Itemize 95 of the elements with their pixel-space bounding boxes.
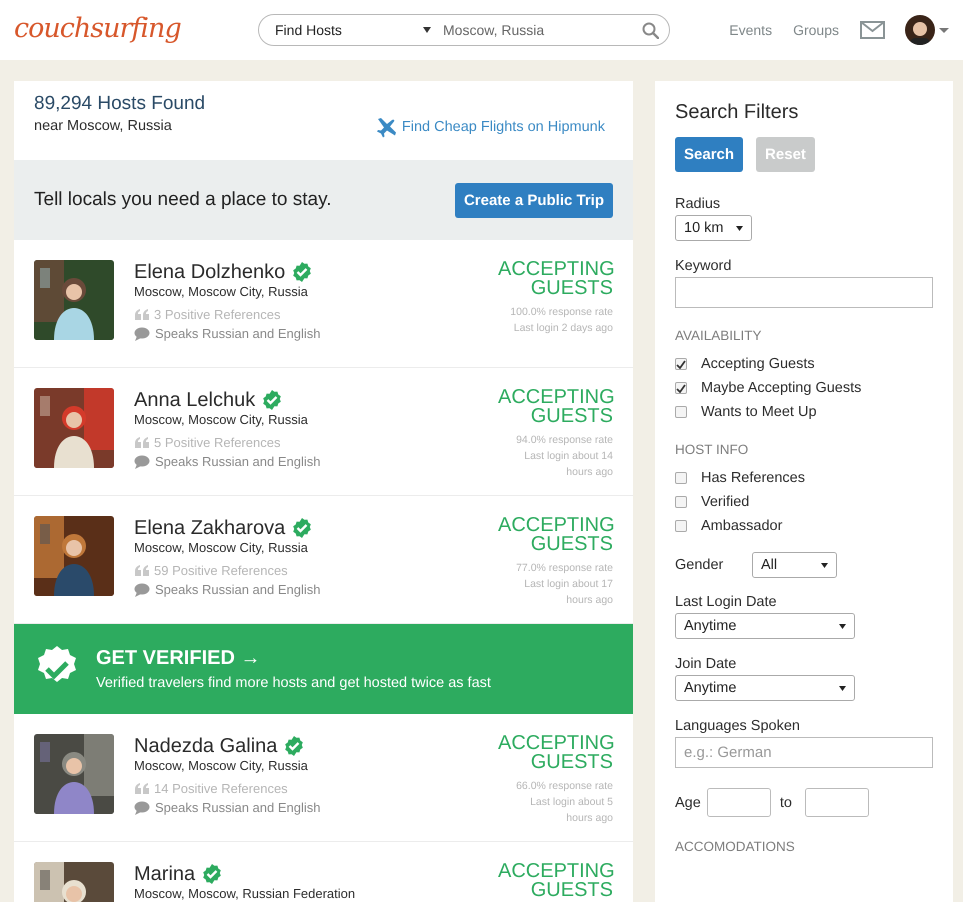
response-rate: 100.0% response rate: [509, 305, 613, 320]
host-status: ACCEPTING GUESTS: [498, 862, 613, 900]
search-icon: [642, 22, 659, 38]
quote-icon: [134, 782, 149, 795]
create-trip-button[interactable]: Create a Public Trip: [454, 182, 613, 218]
host-name[interactable]: Elena Zakharova: [134, 517, 286, 539]
age-max-field[interactable]: [804, 788, 869, 817]
field-label: Keyword: [675, 258, 732, 274]
host-name[interactable]: Elena Dolzhenko: [134, 261, 286, 283]
host-location: Moscow, Moscow City, Russia: [134, 284, 309, 300]
results-count: 89,294 Hosts Found: [34, 93, 206, 115]
checkbox-label: Verified: [701, 494, 750, 510]
caret-icon: [821, 562, 828, 568]
caret-icon: [736, 226, 743, 230]
section-heading: AVAILABILITY: [675, 328, 763, 343]
checkmark-icon: [676, 360, 686, 368]
caret-icon: [839, 686, 846, 690]
host-status: ACCEPTING GUESTS: [498, 388, 613, 426]
checkbox-label: Ambassador: [701, 518, 782, 534]
mail-icon: [860, 21, 885, 39]
last-login: Last login about 5 hours ago: [529, 795, 613, 826]
speech-bubble-icon: [134, 454, 150, 468]
checkbox[interactable]: [675, 520, 687, 532]
response-rate: 66.0% response rate: [515, 779, 613, 794]
text-field[interactable]: e.g.: German: [675, 737, 933, 768]
host-name[interactable]: Nadezda Galina: [134, 735, 278, 757]
references-count: 14 Positive References: [154, 781, 288, 796]
checkbox[interactable]: [675, 358, 687, 370]
trip-prompt: Tell locals you need a place to stay.: [34, 189, 332, 211]
text-field[interactable]: [675, 277, 933, 308]
references-count: 3 Positive References: [154, 307, 280, 322]
host-name[interactable]: Anna Lelchuk: [134, 389, 256, 411]
field-label: Languages Spoken: [675, 718, 801, 734]
speech-bubble-icon: [134, 582, 150, 596]
field-label: Radius: [675, 196, 722, 212]
section-heading: ACCOMODATIONS: [675, 839, 796, 854]
checkbox-label: Accepting Guests: [701, 356, 815, 372]
caret-icon: [939, 28, 949, 32]
range-separator: to: [780, 794, 792, 810]
caret-icon: [839, 624, 846, 628]
nav-link[interactable]: Events: [729, 22, 772, 38]
field-label: Age: [675, 794, 701, 810]
host-location: Moscow, Moscow City, Russia: [134, 412, 309, 428]
dropdown[interactable]: Anytime: [675, 613, 855, 639]
age-min-field[interactable]: [706, 788, 771, 817]
quote-icon: [134, 436, 149, 449]
dropdown[interactable]: 10 km: [675, 215, 752, 241]
languages-text: Speaks Russian and English: [155, 582, 320, 597]
last-login: Last login about 17 hours ago: [523, 577, 613, 608]
dropdown[interactable]: Anytime: [675, 675, 855, 701]
host-name[interactable]: Marina: [134, 863, 196, 885]
speech-bubble-icon: [134, 800, 150, 814]
references-count: 5 Positive References: [154, 435, 280, 450]
host-status: ACCEPTING GUESTS: [498, 516, 613, 554]
checkbox-label: Has References: [701, 470, 805, 486]
section-heading: HOST INFO: [675, 442, 750, 457]
checkbox-label: Maybe Accepting Guests: [701, 380, 862, 396]
dropdown[interactable]: All: [752, 552, 837, 578]
host-status: ACCEPTING GUESTS: [498, 260, 613, 298]
flights-link[interactable]: Find Cheap Flights on Hipmunk: [376, 116, 605, 138]
nav-link[interactable]: Groups: [793, 22, 839, 38]
last-login: Last login 2 days ago: [512, 321, 613, 336]
languages-text: Speaks Russian and English: [155, 326, 320, 341]
languages-text: Speaks Russian and English: [155, 800, 320, 815]
promo-text: Verified travelers find more hosts and get hosted twice as fast: [96, 675, 491, 691]
plane-icon: [376, 116, 398, 138]
results-location: near Moscow, Russia: [34, 118, 173, 134]
search-mode-select[interactable]: Find Hosts: [275, 22, 431, 38]
speech-bubble-icon: [134, 326, 150, 340]
last-login: Last login about 14 hours ago: [523, 449, 613, 480]
response-rate: 94.0% response rate: [515, 433, 613, 448]
logo[interactable]: couchsurfing: [14, 12, 258, 44]
field-label: Gender: [675, 557, 724, 573]
host-location: Moscow, Moscow, Russian Federation: [134, 886, 356, 902]
search-button[interactable]: Search: [675, 137, 744, 172]
checkmark-icon: [676, 384, 686, 392]
languages-text: Speaks Russian and English: [155, 454, 320, 469]
quote-icon: [134, 308, 149, 321]
promo-title: GET VERIFIED →: [96, 647, 262, 670]
filters-title: Search Filters: [675, 101, 800, 124]
checkbox[interactable]: [675, 382, 687, 394]
caret-icon: [423, 27, 431, 33]
response-rate: 77.0% response rate: [515, 561, 613, 576]
references-count: 59 Positive References: [154, 563, 288, 578]
checkbox[interactable]: [675, 472, 687, 484]
host-status: ACCEPTING GUESTS: [498, 734, 613, 772]
checkbox[interactable]: [675, 496, 687, 508]
field-label: Join Date: [675, 656, 738, 672]
checkbox[interactable]: [675, 406, 687, 418]
host-location: Moscow, Moscow City, Russia: [134, 758, 309, 774]
quote-icon: [134, 564, 149, 577]
avatar: [905, 15, 935, 45]
checkbox-label: Wants to Meet Up: [701, 404, 817, 420]
field-label: Last Login Date: [675, 594, 778, 610]
host-location: Moscow, Moscow City, Russia: [134, 540, 309, 556]
